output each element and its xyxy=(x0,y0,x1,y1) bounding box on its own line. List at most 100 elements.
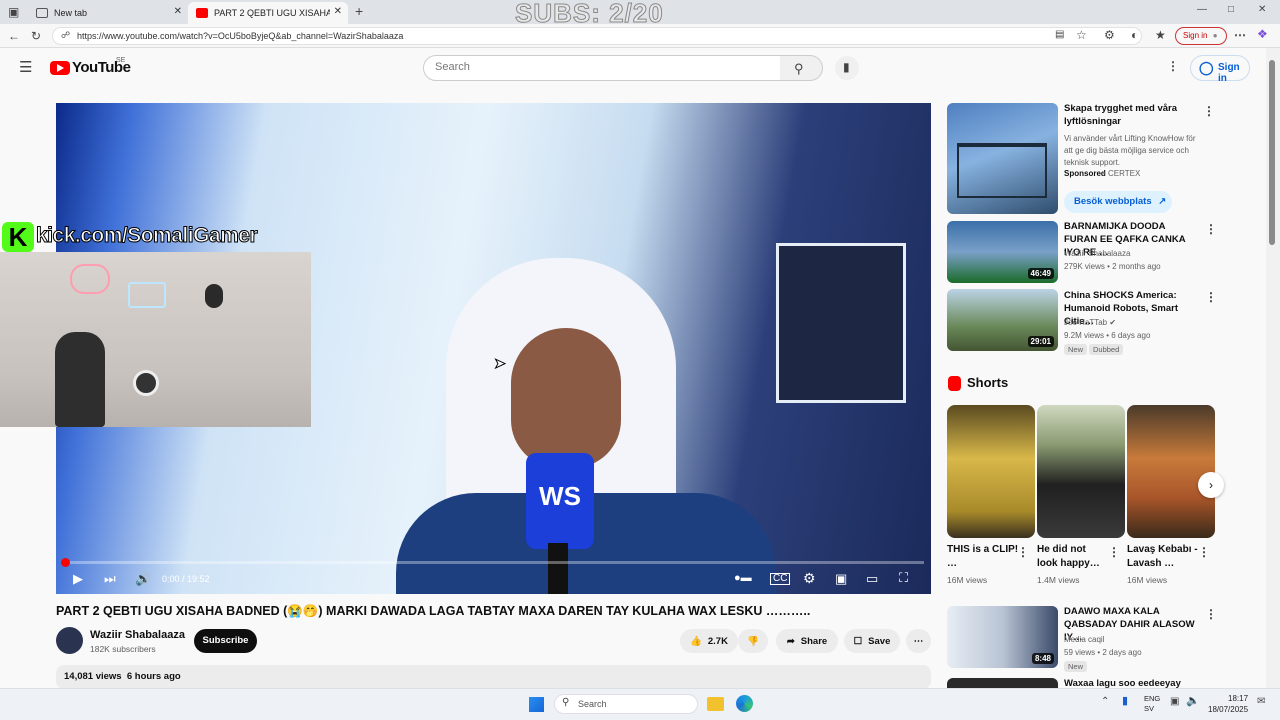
maximize-icon[interactable]: □ xyxy=(1228,5,1234,15)
minimize-icon[interactable]: — xyxy=(1197,5,1207,15)
video-thumbnail[interactable]: 46:49 xyxy=(947,221,1058,283)
duration-badge: 46:49 xyxy=(1027,268,1054,279)
short-thumbnail[interactable] xyxy=(947,405,1035,538)
progress-scrubber[interactable] xyxy=(61,558,70,567)
channel-name[interactable]: Media caqil xyxy=(1064,635,1104,644)
search-input[interactable]: Search xyxy=(423,55,781,81)
ad-cta-button[interactable]: Besök webbplats ↗ xyxy=(1064,191,1172,213)
theater-mode-icon[interactable]: ▭ xyxy=(866,572,878,585)
ad-cta-label: Besök webbplats xyxy=(1074,196,1152,207)
short-title[interactable]: Lavaş Kebabı - Lavash … xyxy=(1127,543,1199,571)
wall-headphones xyxy=(205,284,223,308)
short-title[interactable]: THIS is a CLIP! … xyxy=(947,543,1019,571)
video-progress-bar[interactable] xyxy=(64,561,924,564)
browser-menu-icon[interactable]: ⋯ xyxy=(1234,29,1246,41)
description-box[interactable]: 14,081 views 6 hours ago xyxy=(56,665,931,689)
youtube-signin-button[interactable]: ◯ Sign in xyxy=(1190,55,1250,84)
taskbar-search[interactable]: ⚲ Search xyxy=(554,694,698,714)
miniplayer-icon[interactable]: ▣ xyxy=(835,572,847,585)
duration-badge: 8:48 xyxy=(1031,653,1054,664)
show-hidden-icons-icon[interactable]: ⌃ xyxy=(1101,697,1109,707)
volume-tray-icon[interactable]: 🔈 xyxy=(1186,696,1200,707)
like-button[interactable]: 👍 2.7K xyxy=(680,629,738,653)
settings-dots-icon[interactable]: ⋮ xyxy=(1167,60,1179,72)
video-meta: 59 views • 2 days ago xyxy=(1064,648,1142,657)
ad-title[interactable]: Skapa trygghet med våra lyftlösningar xyxy=(1064,102,1199,128)
share-button[interactable]: ➦ Share xyxy=(776,629,838,653)
tab-label: PART 2 QEBTI UGU XISAHA BADN xyxy=(214,8,330,18)
autoplay-toggle-icon[interactable]: ●▬ xyxy=(734,573,752,584)
refresh-icon[interactable]: ↻ xyxy=(31,30,41,42)
subscribe-button[interactable]: Subscribe xyxy=(194,629,257,653)
channel-avatar[interactable] xyxy=(56,627,83,654)
ad-thumbnail[interactable] xyxy=(947,103,1058,214)
new-tab-plus-icon[interactable]: + xyxy=(355,4,363,18)
save-button[interactable]: ☐ Save xyxy=(844,629,900,653)
signin-label: Sign in xyxy=(1218,62,1240,84)
video-title[interactable]: Waxaa lagu soo eedeeyay xyxy=(1064,677,1199,688)
channel-name[interactable]: Waziir Shabalaaza xyxy=(90,629,185,641)
browser-signin-button[interactable]: Sign in ● xyxy=(1175,27,1227,45)
short-views: 1.4M views xyxy=(1037,575,1080,585)
dislike-button[interactable]: 👎 xyxy=(738,629,768,653)
language-indicator[interactable]: ENG SV xyxy=(1144,694,1160,714)
close-window-icon[interactable]: ✕ xyxy=(1258,5,1266,15)
tab-new-tab[interactable]: New tab ✕ xyxy=(28,2,188,24)
read-aloud-icon[interactable]: ▤ xyxy=(1055,30,1064,40)
channel-name[interactable]: Joe HaTTab ✔ xyxy=(1064,318,1116,327)
browser-signin-label: Sign in xyxy=(1183,31,1208,40)
channel-name[interactable]: Waziir Shabalaaza xyxy=(1064,249,1130,258)
address-bar[interactable]: ☍ https://www.youtube.com/watch?v=OcU5bo… xyxy=(52,27,1142,45)
short-thumbnail[interactable] xyxy=(1127,405,1215,538)
new-badge: New xyxy=(1064,344,1088,355)
next-video-icon[interactable]: ⏭ xyxy=(104,572,116,585)
fullscreen-icon[interactable]: ⛶ xyxy=(899,571,908,584)
voice-search-button[interactable]: ▮ xyxy=(835,56,859,80)
taskbar-clock[interactable]: 18:17 18/07/2025 xyxy=(1208,693,1248,715)
tab-actions-icon[interactable]: ▣ xyxy=(8,6,19,18)
favorite-star-icon[interactable]: ☆ xyxy=(1076,29,1087,41)
hamburger-menu-icon[interactable]: ☰ xyxy=(19,60,32,75)
copilot-icon[interactable]: ❖ xyxy=(1257,28,1268,40)
microphone-handle xyxy=(548,543,568,594)
video-menu-icon[interactable]: ⋮ xyxy=(1205,290,1217,304)
edge-browser-icon[interactable] xyxy=(736,695,753,712)
volume-icon[interactable]: 🔊 xyxy=(135,572,151,585)
ad-menu-icon[interactable]: ⋮ xyxy=(1203,104,1215,118)
play-icon[interactable]: ▶ xyxy=(73,572,83,585)
mouse-cursor-icon: ➤ xyxy=(494,355,507,371)
video-menu-icon[interactable]: ⋮ xyxy=(1205,607,1217,621)
windows-start-icon[interactable] xyxy=(529,697,544,712)
search-button[interactable]: ⚲ xyxy=(780,55,823,81)
back-icon[interactable]: ← xyxy=(8,30,20,42)
settings-gear-icon[interactable]: ⚙ xyxy=(803,571,816,585)
short-menu-icon[interactable]: ⋮ xyxy=(1017,545,1029,559)
video-menu-icon[interactable]: ⋮ xyxy=(1205,222,1217,236)
shorts-next-button[interactable]: › xyxy=(1198,472,1224,498)
network-icon[interactable]: ▣ xyxy=(1170,697,1179,707)
captions-icon[interactable]: CC xyxy=(770,573,791,585)
file-explorer-icon[interactable] xyxy=(707,697,724,711)
scrollbar-thumb[interactable] xyxy=(1269,60,1275,245)
short-title[interactable]: He did not look happy… xyxy=(1037,543,1109,571)
extensions-icon[interactable]: ⚙ xyxy=(1104,29,1115,41)
video-thumbnail[interactable]: 8:48 xyxy=(947,606,1058,668)
video-thumbnail[interactable]: 29:01 xyxy=(947,289,1058,351)
favorites-icon[interactable]: ★ xyxy=(1155,29,1166,41)
close-tab-icon[interactable]: ✕ xyxy=(174,6,182,17)
presenter-face xyxy=(511,328,621,468)
share-icon: ➦ xyxy=(786,635,795,647)
split-screen-icon[interactable]: ◐ xyxy=(1131,29,1138,41)
video-thumbnail[interactable] xyxy=(947,678,1058,688)
mic-tray-icon[interactable]: ▮ xyxy=(1122,696,1128,707)
short-menu-icon[interactable]: ⋮ xyxy=(1198,545,1210,559)
tab-youtube-video[interactable]: PART 2 QEBTI UGU XISAHA BADN ✕ xyxy=(188,2,348,24)
more-actions-button[interactable]: ⋯ xyxy=(906,629,931,653)
short-menu-icon[interactable]: ⋮ xyxy=(1108,545,1120,559)
site-info-icon[interactable]: ☍ xyxy=(61,31,70,40)
close-tab-icon[interactable]: ✕ xyxy=(334,6,342,17)
notifications-icon[interactable]: ✉ xyxy=(1257,697,1265,707)
clock-date: 18/07/2025 xyxy=(1208,705,1249,714)
short-thumbnail[interactable] xyxy=(1037,405,1125,538)
ad-advertiser: • CERTEX xyxy=(1103,169,1141,178)
